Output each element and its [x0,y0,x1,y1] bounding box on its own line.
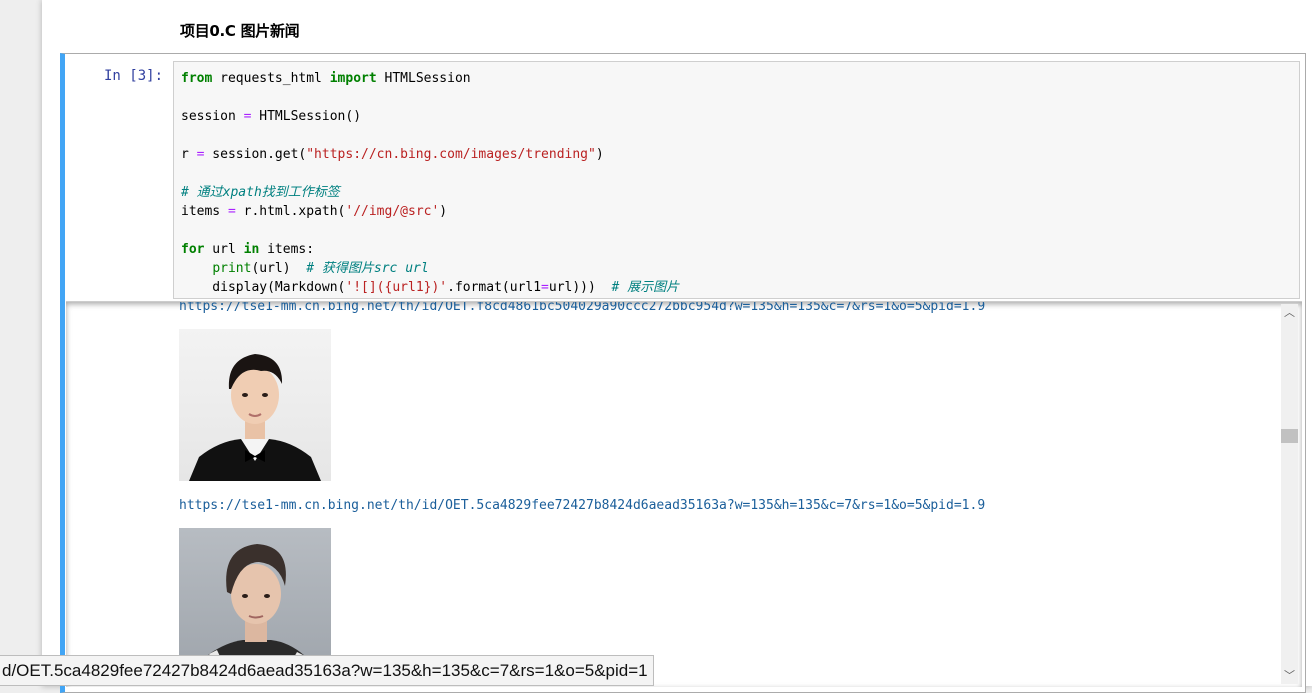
code-token: print [212,261,252,276]
output-area: https://tse1-mm.cn.bing.net/th/id/OET.f8… [66,301,1302,687]
code-text[interactable]: from requests_html import HTMLSession ses… [174,62,1299,297]
code-token: "https://cn.bing.com/images/trending" [306,147,596,162]
code-token: = [227,204,236,219]
code-token: for [181,242,205,257]
code-token: import [329,71,377,86]
code-line: session = HTMLSession() [181,107,1299,126]
code-token: r.html.xpath( [235,204,346,219]
code-line: # 通过xpath找到工作标签 [181,183,1299,202]
code-token: display(Markdown( [181,280,346,295]
code-line: from requests_html import HTMLSession [181,69,1299,88]
code-token: HTMLSession() [251,109,362,124]
portrait-image [189,354,321,481]
link-preview-status: d/OET.5ca4829fee72427b8424d6aead35163a?w… [0,655,654,686]
scroll-up-arrow-icon[interactable]: ︿ [1281,304,1298,321]
code-token: url))) [548,280,612,295]
code-token: (url) [251,261,307,276]
code-token: .format(url1 [447,280,542,295]
code-line: print(url) # 获得图片src url [181,259,1299,278]
input-prompt: In [3]: [104,68,164,84]
code-token: # 获得图片src url [306,261,429,276]
code-token: HTMLSession [376,71,471,86]
code-line: for url in items: [181,240,1299,259]
code-line: r = session.get("https://cn.bing.com/ima… [181,145,1299,164]
code-token: r [181,147,197,162]
code-token: requests_html [212,71,330,86]
code-token: items: [259,242,315,257]
code-token: from [181,71,213,86]
scroll-thumb[interactable] [1281,429,1298,443]
code-token: url [204,242,244,257]
code-token: session.get( [204,147,307,162]
code-token: # 展示图片 [611,280,680,295]
code-token: '//img/@src' [345,204,440,219]
output-url-1: https://tse1-mm.cn.bing.net/th/id/OET.f8… [179,301,986,314]
scroll-down-arrow-icon[interactable]: ﹀ [1281,667,1298,684]
code-token: in [243,242,260,257]
code-token: session [181,109,244,124]
code-editor[interactable]: from requests_html import HTMLSession ses… [173,61,1300,299]
code-line: items = r.html.xpath('//img/@src') [181,202,1299,221]
code-token: items [181,204,228,219]
output-url-2: https://tse1-mm.cn.bing.net/th/id/OET.5c… [179,498,986,513]
code-token: '![]({url1})' [345,280,448,295]
code-line: display(Markdown('![]({url1})'.format(ur… [181,278,1299,297]
output-image-1 [179,329,331,481]
code-token: # 通过xpath找到工作标签 [181,185,340,200]
markdown-heading: 项目0.C 图片新闻 [180,22,300,40]
output-scrollbar[interactable]: ︿ ﹀ [1281,304,1298,684]
code-token: = [541,280,549,295]
code-token: ) [595,147,604,162]
code-token: ) [439,204,448,219]
